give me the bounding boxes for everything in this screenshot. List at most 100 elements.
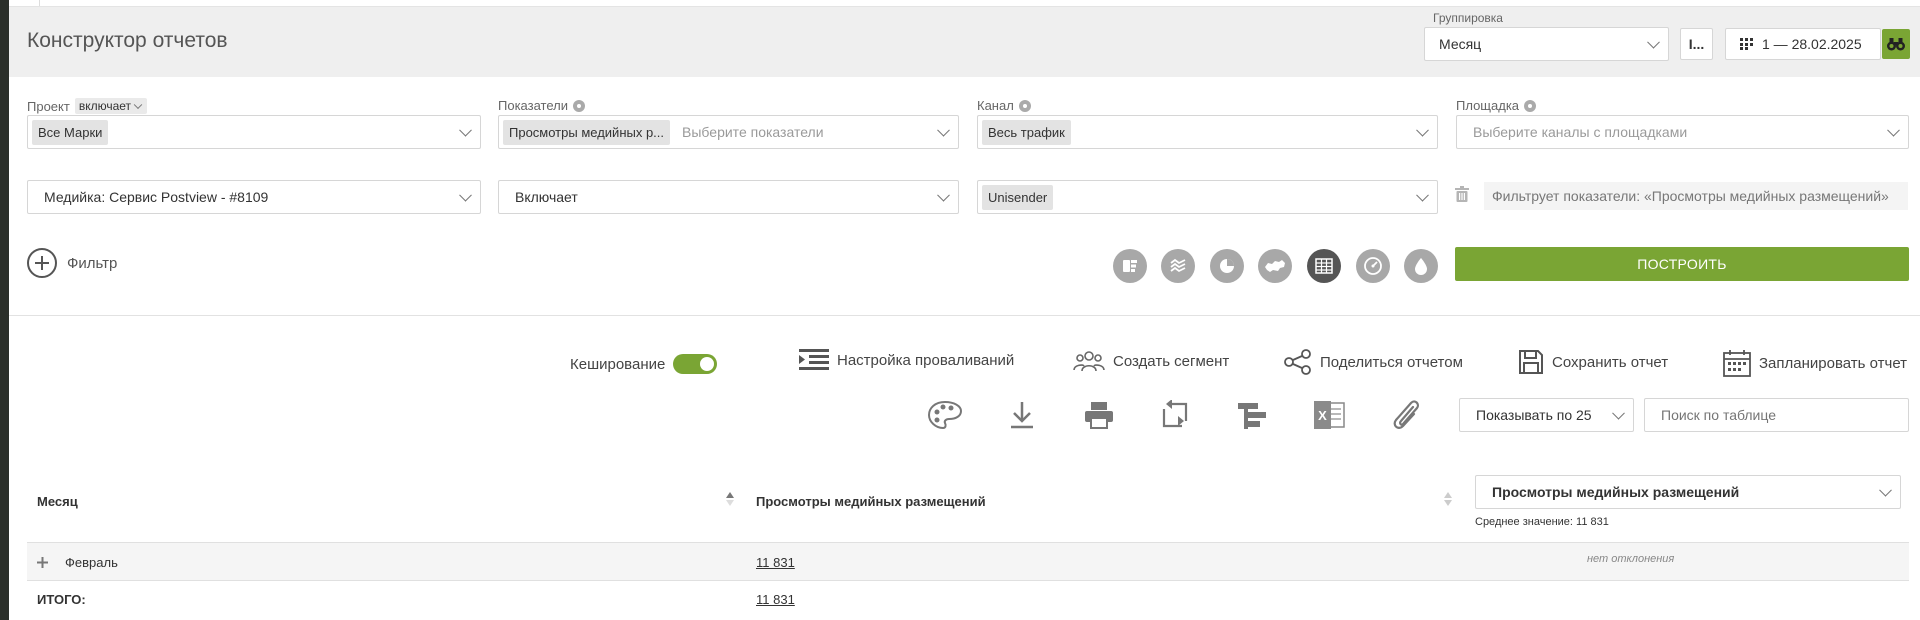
platform-placeholder: Выберите каналы с площадками (1473, 124, 1688, 140)
top-strip (9, 0, 1920, 7)
save-report-button[interactable]: Сохранить отчет (1518, 349, 1668, 375)
metric-select[interactable]: Просмотры медийных размещений (1475, 475, 1901, 509)
chevron-down-icon (937, 188, 950, 202)
project-select[interactable]: Все Марки (27, 115, 481, 149)
platform-label-group: Площадка (1456, 98, 1537, 113)
add-filter-button[interactable]: Фильтр (27, 248, 117, 278)
metrics-label: Показатели (498, 98, 568, 113)
total-label: ИТОГО: (37, 592, 86, 607)
share-report-button[interactable]: Поделиться отчетом (1284, 349, 1463, 375)
drop-chart-icon[interactable] (1404, 249, 1438, 283)
metrics-select[interactable]: Просмотры медийных р... Выберите показат… (498, 115, 959, 149)
pie-chart-icon[interactable] (1210, 249, 1244, 283)
funnel-chart-icon[interactable] (1113, 249, 1147, 283)
chevron-down-icon (459, 188, 472, 202)
add-filter-label: Фильтр (67, 254, 118, 272)
chevron-down-icon (1647, 35, 1660, 49)
filter-dimension-select[interactable]: Медийка: Сервис Postview - #8109 (27, 180, 481, 214)
floppy-disk-icon (1519, 350, 1543, 374)
gear-icon[interactable] (1018, 99, 1031, 112)
caching-label: Кеширование (570, 355, 666, 373)
drilldown-settings-button[interactable]: Настройка проваливаний (799, 349, 1014, 371)
table-chart-icon[interactable] (1307, 249, 1341, 283)
row-metric-value[interactable]: 11 831 (756, 555, 795, 570)
create-segment-button[interactable]: Создать сегмент (1073, 349, 1229, 373)
users-group-icon (1073, 351, 1105, 372)
gear-icon[interactable] (1524, 99, 1537, 112)
chevron-down-icon (937, 123, 950, 137)
gear-icon[interactable] (573, 99, 585, 112)
chevron-down-icon (1879, 483, 1892, 497)
metrics-label-group: Показатели (498, 98, 585, 113)
transpose-icon[interactable] (1158, 398, 1192, 432)
printer-icon[interactable] (1082, 398, 1116, 432)
schedule-report-button[interactable]: Запланировать отчет (1723, 349, 1907, 377)
schedule-label: Запланировать отчет (1759, 354, 1908, 372)
sort-icon[interactable] (1444, 492, 1452, 506)
gauge-chart-icon[interactable] (1356, 249, 1390, 283)
average-value: Среднее значение: 11 831 (1475, 516, 1609, 528)
expand-plus-icon[interactable] (37, 557, 48, 568)
download-icon[interactable] (1005, 398, 1039, 432)
page-size-select[interactable]: Показывать по 25 (1459, 398, 1634, 432)
caching-toggle-group: Кеширование (570, 354, 718, 374)
project-tag: Все Марки (32, 119, 109, 145)
page-size-value: Показывать по 25 (1476, 407, 1592, 423)
column-header-metric[interactable]: Просмотры медийных размещений (756, 494, 986, 509)
compare-button-label: I... (1688, 36, 1705, 52)
section-divider (9, 315, 1920, 316)
share-label: Поделиться отчетом (1320, 353, 1463, 371)
map-chart-icon[interactable] (1258, 249, 1292, 283)
filter-note: Фильтрует показатели: «Просмотры медийны… (1484, 182, 1908, 210)
project-label-group: Проект включает (27, 98, 148, 114)
svg-text:X: X (1318, 408, 1327, 423)
project-mode-select[interactable]: включает (74, 98, 148, 114)
table-search-input[interactable] (1644, 398, 1909, 432)
build-report-button[interactable]: ПОСТРОИТЬ (1455, 247, 1909, 281)
sort-icon[interactable] (726, 492, 734, 506)
drilldown-label: Настройка проваливаний (837, 351, 1015, 369)
page-title: Конструктор отчетов (27, 29, 228, 52)
segment-label: Создать сегмент (1113, 352, 1230, 370)
row-month: Февраль (65, 555, 118, 570)
save-label: Сохранить отчет (1552, 353, 1669, 371)
palette-icon[interactable] (928, 398, 962, 432)
trash-icon[interactable] (1455, 186, 1469, 202)
chevron-down-icon (133, 100, 143, 110)
date-range-picker[interactable]: 1 — 28.02.2025 (1725, 28, 1881, 60)
chevron-down-icon (459, 123, 472, 137)
area-chart-icon[interactable] (1161, 249, 1195, 283)
total-value[interactable]: 11 831 (756, 592, 795, 607)
channel-tag: Весь трафик (982, 119, 1071, 145)
plus-circle-icon (27, 248, 57, 278)
grouping-value: Месяц (1439, 36, 1482, 52)
channel-label: Канал (977, 98, 1014, 113)
platform-select[interactable]: Выберите каналы с площадками (1456, 115, 1909, 149)
grouping-select[interactable]: Месяц (1424, 27, 1669, 61)
platform-label: Площадка (1456, 98, 1520, 113)
left-sidebar-edge (0, 0, 9, 620)
chevron-down-icon (1416, 123, 1429, 137)
metrics-tag: Просмотры медийных р... (503, 119, 671, 145)
compare-button[interactable]: I... (1680, 28, 1713, 60)
metrics-placeholder: Выберите показатели (682, 124, 824, 140)
project-label: Проект (27, 98, 70, 114)
compare-periods-button[interactable] (1882, 29, 1910, 59)
paperclip-icon[interactable] (1389, 398, 1423, 432)
indent-list-icon (799, 349, 829, 370)
column-header-month[interactable]: Месяц (37, 494, 78, 509)
chevron-down-icon (1612, 406, 1625, 420)
deviation-text: нет отклонения (1587, 553, 1675, 565)
filter-value-select[interactable]: Unisender (977, 180, 1438, 214)
binoculars-icon (1887, 38, 1905, 51)
caching-toggle[interactable] (673, 354, 718, 374)
excel-export-icon[interactable]: X (1312, 398, 1346, 432)
filter-operator-select[interactable]: Включает (498, 180, 959, 214)
pivot-tree-icon[interactable] (1235, 398, 1269, 432)
channel-select[interactable]: Весь трафик (977, 115, 1438, 149)
calendar-icon (1723, 350, 1751, 377)
calendar-grid-icon (1740, 38, 1753, 50)
share-icon (1284, 349, 1311, 375)
chevron-down-icon (1887, 123, 1900, 137)
channel-label-group: Канал (977, 98, 1031, 113)
